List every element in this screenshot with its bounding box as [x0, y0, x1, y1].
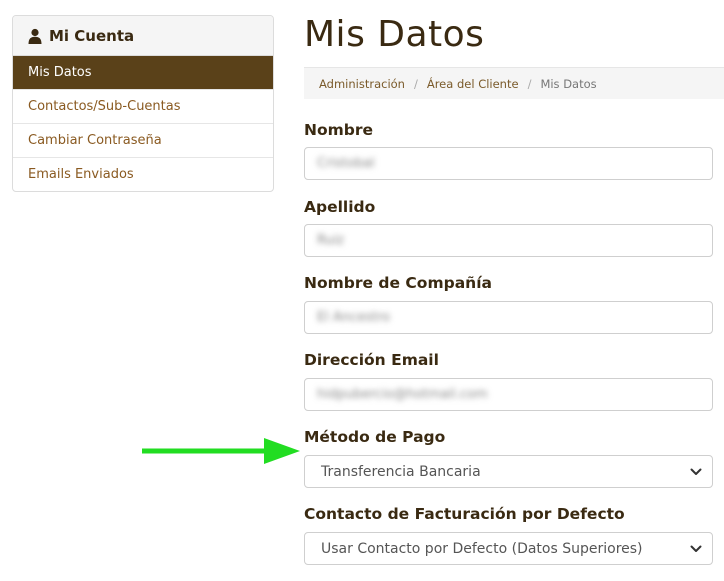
user-icon: [28, 28, 42, 44]
contacto-facturacion-value: Usar Contacto por Defecto (Datos Superio…: [321, 540, 643, 557]
sidebar-item-label: Contactos/Sub-Cuentas: [28, 99, 181, 114]
breadcrumb-separator: /: [413, 76, 418, 91]
sidebar-item-emails-enviados[interactable]: Emails Enviados: [13, 157, 273, 191]
apellido-value: Ruiz: [317, 233, 345, 248]
compania-value: El Ancestro: [317, 310, 391, 325]
chevron-down-icon: [690, 545, 702, 552]
apellido-input[interactable]: Ruiz: [304, 224, 713, 257]
metodo-pago-label: Método de Pago: [304, 428, 446, 446]
apellido-label: Apellido: [304, 198, 376, 216]
chevron-down-icon: [690, 468, 702, 475]
breadcrumb-separator: /: [527, 76, 532, 91]
account-sidebar: Mi Cuenta Mis Datos Contactos/Sub-Cuenta…: [12, 15, 274, 192]
green-arrow-annotation: [142, 438, 300, 464]
sidebar-item-mis-datos[interactable]: Mis Datos: [13, 56, 273, 89]
nombre-value: Cristobal: [317, 156, 375, 171]
contacto-facturacion-select[interactable]: Usar Contacto por Defecto (Datos Superio…: [304, 532, 713, 565]
page-title: Mis Datos: [304, 14, 485, 55]
breadcrumb: Administración / Área del Cliente / Mis …: [304, 67, 724, 99]
sidebar-title: Mi Cuenta: [49, 26, 135, 45]
email-value: hidpubercio@hotmail.com: [317, 387, 488, 402]
nombre-label: Nombre: [304, 121, 374, 139]
breadcrumb-link-administracion[interactable]: Administración: [319, 77, 405, 91]
metodo-pago-select[interactable]: Transferencia Bancaria: [304, 455, 713, 488]
metodo-pago-value: Transferencia Bancaria: [321, 463, 481, 480]
sidebar-item-cambiar-contrasena[interactable]: Cambiar Contraseña: [13, 123, 273, 157]
page: Mi Cuenta Mis Datos Contactos/Sub-Cuenta…: [0, 0, 724, 581]
sidebar-item-contactos[interactable]: Contactos/Sub-Cuentas: [13, 89, 273, 123]
email-label: Dirección Email: [304, 351, 439, 369]
contacto-facturacion-label: Contacto de Facturación por Defecto: [304, 505, 625, 523]
email-input[interactable]: hidpubercio@hotmail.com: [304, 378, 713, 411]
compania-label: Nombre de Compañía: [304, 274, 492, 292]
sidebar-header: Mi Cuenta: [13, 16, 273, 56]
nombre-input[interactable]: Cristobal: [304, 147, 713, 180]
sidebar-item-label: Emails Enviados: [28, 167, 134, 182]
breadcrumb-link-area-cliente[interactable]: Área del Cliente: [427, 77, 519, 91]
sidebar-item-label: Mis Datos: [28, 65, 92, 80]
compania-input[interactable]: El Ancestro: [304, 301, 713, 334]
sidebar-item-label: Cambiar Contraseña: [28, 133, 162, 148]
breadcrumb-current: Mis Datos: [540, 76, 597, 91]
